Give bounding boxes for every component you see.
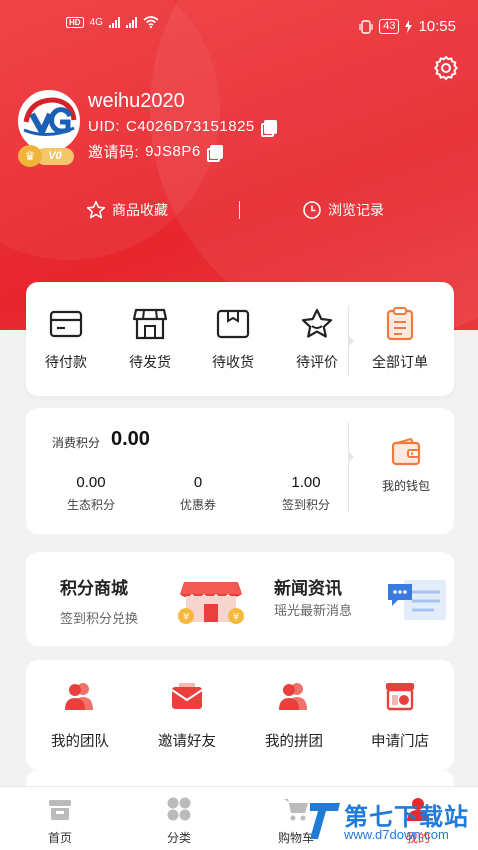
tab-category[interactable]: 分类 — [139, 795, 219, 846]
star-outline-icon — [86, 201, 106, 219]
wifi-icon — [143, 16, 159, 28]
battery-indicator: 43 — [379, 19, 400, 34]
history-label: 浏览记录 — [328, 202, 384, 218]
tab-home[interactable]: 首页 — [20, 795, 100, 846]
home-icon — [49, 800, 71, 820]
tab-label: 首页 — [47, 831, 72, 845]
clock: 10:55 — [418, 18, 456, 35]
news-title: 新闻资讯 — [274, 579, 342, 598]
coupons-stat[interactable]: 0 优惠券 — [158, 474, 238, 513]
star-icon — [301, 308, 333, 338]
signal-icon — [108, 16, 120, 28]
wallet-card-icon — [49, 310, 83, 338]
site-watermark: 第七下载站 www.d7down.com — [300, 797, 478, 847]
mall-shop-illustration: ¥ ¥ — [178, 582, 244, 624]
apply-store-button[interactable]: 申请门店 — [350, 678, 450, 751]
invite-icon — [171, 683, 203, 709]
tool-label: 我的团队 — [51, 734, 109, 750]
order-pending-review[interactable]: 待评价 — [277, 306, 357, 372]
history-link[interactable]: 浏览记录 — [302, 200, 384, 220]
points-card: 消费积分 0.00 0.00 生态积分 0 优惠券 1.00 签到积分 我的钱包 — [26, 408, 454, 534]
eco-points-stat[interactable]: 0.00 生态积分 — [51, 474, 131, 513]
clipboard-icon — [386, 307, 414, 341]
favorites-link[interactable]: 商品收藏 — [86, 200, 168, 220]
mall-subtitle: 签到积分兑换 — [60, 611, 139, 626]
network-type: 4G — [89, 16, 103, 28]
uid-value: C4026D73151825 — [126, 118, 255, 135]
tools-card: 我的团队 邀请好友 我的拼团 申请门店 — [26, 660, 454, 770]
group-buy-icon — [279, 683, 307, 710]
all-orders-button[interactable]: 全部订单 — [360, 306, 440, 372]
invite-friends-button[interactable]: 邀请好友 — [137, 678, 237, 751]
order-label: 待付款 — [45, 354, 87, 370]
order-label: 待评价 — [296, 354, 338, 370]
consume-points-value: 0.00 — [111, 428, 150, 450]
crown-icon: ♛ — [18, 145, 42, 167]
points-divider — [348, 422, 354, 512]
uid-label: UID: — [88, 118, 120, 135]
tab-label: 分类 — [166, 831, 191, 845]
order-label: 待收货 — [212, 354, 254, 370]
invite-value: 9JS8P6 — [145, 143, 201, 160]
shop-icon — [132, 308, 168, 340]
brand-logo-icon — [22, 94, 77, 148]
username: weihu2020 — [88, 90, 185, 112]
status-bar: HD 4G 43 10:55 — [0, 0, 478, 44]
my-team-button[interactable]: 我的团队 — [30, 678, 130, 751]
store-icon — [386, 683, 414, 711]
wallet-label: 我的钱包 — [381, 479, 430, 493]
stat-value: 1.00 — [291, 474, 321, 491]
signal-icon-2 — [125, 16, 137, 28]
svg-text:¥: ¥ — [183, 612, 189, 623]
promo-card: 积分商城 签到积分兑换 ¥ ¥ 新闻资讯 瑶光最新消息 — [26, 552, 454, 646]
svg-text:¥: ¥ — [233, 612, 239, 623]
news-illustration — [388, 580, 446, 620]
my-group-buy-button[interactable]: 我的拼团 — [244, 678, 344, 751]
stat-label: 生态积分 — [66, 498, 115, 512]
orders-divider — [348, 306, 354, 376]
stat-value: 0 — [193, 474, 203, 491]
my-wallet-button[interactable]: 我的钱包 — [366, 437, 446, 494]
vip-badge: V0 ♛ — [18, 145, 80, 167]
order-label: 待发货 — [129, 354, 171, 370]
watermark-url: www.d7down.com — [344, 827, 449, 842]
quick-link-divider — [239, 201, 240, 219]
stat-label: 优惠券 — [179, 498, 216, 512]
mall-title: 积分商城 — [60, 579, 128, 598]
status-left: HD 4G — [66, 16, 159, 28]
package-icon — [216, 309, 250, 339]
order-pending-payment[interactable]: 待付款 — [26, 306, 106, 372]
hd-badge: HD — [66, 16, 84, 28]
signin-points-stat[interactable]: 1.00 签到积分 — [266, 474, 346, 513]
copy-uid-icon[interactable] — [260, 119, 277, 137]
tool-label: 我的拼团 — [265, 734, 323, 750]
charging-icon — [405, 20, 413, 33]
invite-label: 邀请码: — [88, 144, 140, 161]
consume-points-label: 消费积分 — [52, 436, 101, 450]
category-icon — [167, 797, 191, 821]
favorites-label: 商品收藏 — [112, 202, 168, 218]
stat-label: 签到积分 — [281, 498, 330, 512]
invite-row: 邀请码: 9JS8P6 — [88, 141, 223, 162]
tool-label: 邀请好友 — [158, 734, 216, 750]
vibrate-icon — [359, 19, 373, 34]
all-orders-label: 全部订单 — [372, 354, 428, 370]
status-right: 43 10:55 — [359, 18, 456, 35]
wallet-icon — [391, 437, 421, 466]
orders-card: 待付款 待发货 待收货 待评价 全部订单 — [26, 282, 454, 396]
team-icon — [65, 683, 93, 710]
settings-gear-icon[interactable] — [432, 54, 460, 82]
watermark-logo-icon — [310, 803, 340, 839]
stat-value: 0.00 — [76, 474, 106, 491]
uid-row: UID: C4026D73151825 — [88, 118, 277, 137]
avatar[interactable] — [18, 90, 80, 152]
clock-icon — [303, 201, 321, 219]
tool-label: 申请门店 — [371, 734, 429, 750]
order-pending-receipt[interactable]: 待收货 — [193, 306, 273, 372]
copy-invite-icon[interactable] — [206, 144, 223, 162]
order-pending-shipment[interactable]: 待发货 — [110, 306, 190, 372]
news-subtitle: 瑶光最新消息 — [274, 603, 353, 618]
